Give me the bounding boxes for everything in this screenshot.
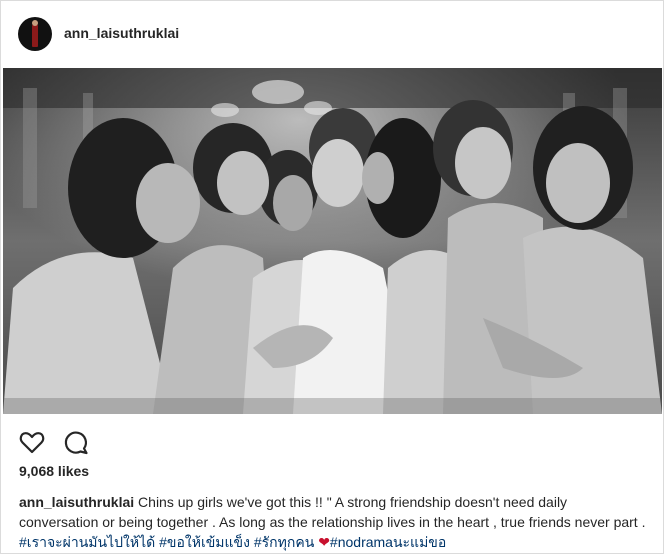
caption-username[interactable]: ann_laisuthruklai — [19, 494, 134, 510]
hashtag[interactable]: #รักทุกคน — [254, 534, 314, 550]
group-photo-image — [3, 68, 662, 414]
post-caption: ann_laisuthruklai Chins up girls we've g… — [19, 492, 647, 552]
heart-emoji-icon: ❤ — [318, 534, 330, 550]
avatar-figure — [32, 23, 38, 47]
action-bar — [1, 423, 663, 463]
hashtag[interactable]: #ขอให้เข้มแข็ง — [159, 534, 250, 550]
comment-bubble-icon[interactable] — [61, 427, 91, 457]
likes-count[interactable]: 9,068 likes — [19, 463, 89, 479]
header-username[interactable]: ann_laisuthruklai — [64, 25, 179, 41]
heart-outline-icon[interactable] — [17, 427, 47, 457]
avatar-head — [32, 20, 38, 26]
hashtag[interactable]: #nodramaนะแม่ขอ — [330, 534, 446, 550]
post-photo[interactable] — [3, 68, 662, 414]
instagram-post: ann_laisuthruklai 9,068 likes ann_laisut… — [0, 0, 664, 554]
hashtag[interactable]: #เราจะผ่านมันไปให้ได้ — [19, 534, 155, 550]
post-header: ann_laisuthruklai — [1, 1, 663, 67]
avatar[interactable] — [18, 17, 52, 51]
